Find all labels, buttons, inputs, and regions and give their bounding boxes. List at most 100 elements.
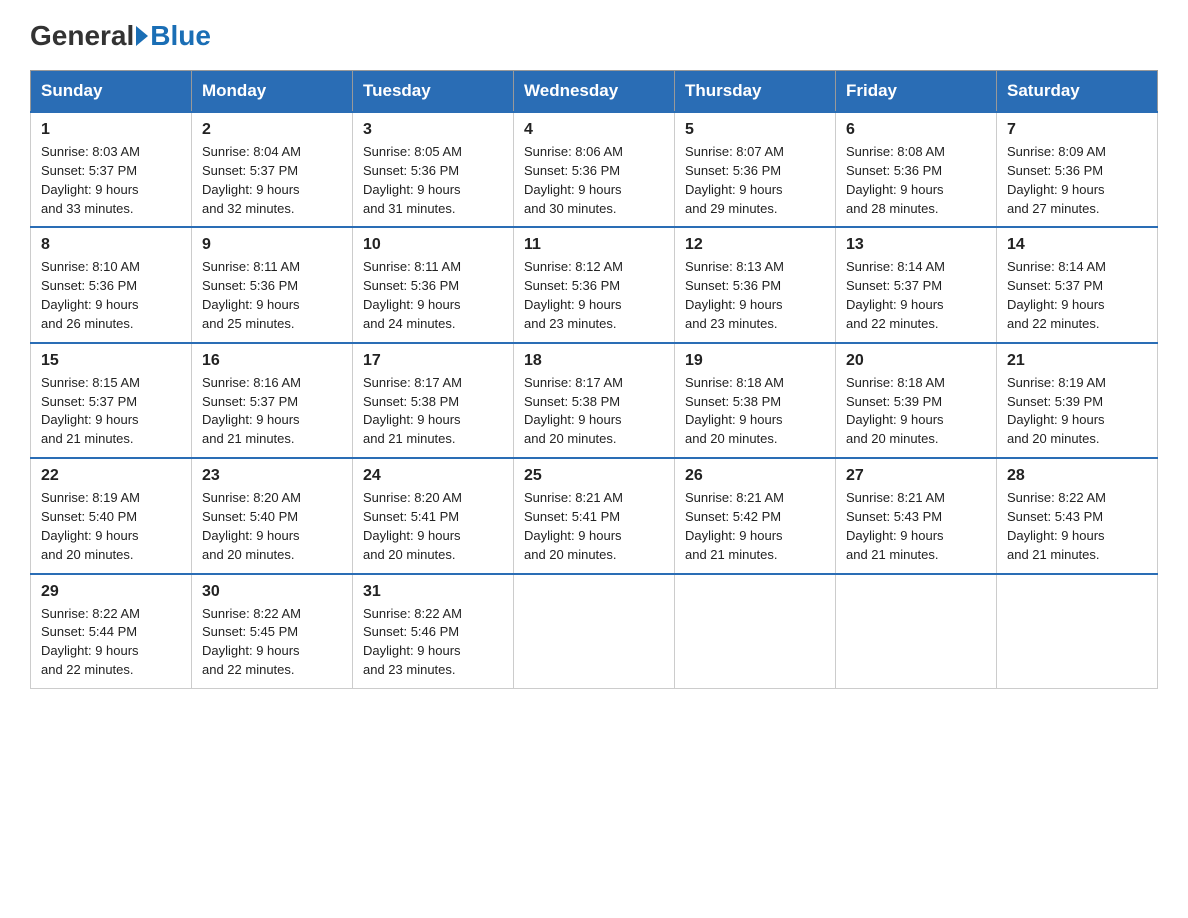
day-cell: [514, 574, 675, 689]
day-info: Sunrise: 8:22 AMSunset: 5:44 PMDaylight:…: [41, 605, 181, 680]
day-cell: 9 Sunrise: 8:11 AMSunset: 5:36 PMDayligh…: [192, 227, 353, 342]
day-number: 22: [41, 467, 181, 485]
day-info: Sunrise: 8:21 AMSunset: 5:42 PMDaylight:…: [685, 489, 825, 564]
day-cell: 23 Sunrise: 8:20 AMSunset: 5:40 PMDaylig…: [192, 458, 353, 573]
col-header-wednesday: Wednesday: [514, 71, 675, 113]
day-number: 28: [1007, 467, 1147, 485]
day-number: 30: [202, 583, 342, 601]
col-header-tuesday: Tuesday: [353, 71, 514, 113]
day-info: Sunrise: 8:09 AMSunset: 5:36 PMDaylight:…: [1007, 143, 1147, 218]
day-cell: [997, 574, 1158, 689]
col-header-friday: Friday: [836, 71, 997, 113]
day-info: Sunrise: 8:14 AMSunset: 5:37 PMDaylight:…: [1007, 258, 1147, 333]
day-cell: 3 Sunrise: 8:05 AMSunset: 5:36 PMDayligh…: [353, 112, 514, 227]
day-cell: 16 Sunrise: 8:16 AMSunset: 5:37 PMDaylig…: [192, 343, 353, 458]
calendar-table: SundayMondayTuesdayWednesdayThursdayFrid…: [30, 70, 1158, 689]
day-info: Sunrise: 8:14 AMSunset: 5:37 PMDaylight:…: [846, 258, 986, 333]
day-number: 15: [41, 352, 181, 370]
day-cell: 15 Sunrise: 8:15 AMSunset: 5:37 PMDaylig…: [31, 343, 192, 458]
day-cell: 8 Sunrise: 8:10 AMSunset: 5:36 PMDayligh…: [31, 227, 192, 342]
day-number: 26: [685, 467, 825, 485]
day-cell: 20 Sunrise: 8:18 AMSunset: 5:39 PMDaylig…: [836, 343, 997, 458]
day-number: 25: [524, 467, 664, 485]
week-row-5: 29 Sunrise: 8:22 AMSunset: 5:44 PMDaylig…: [31, 574, 1158, 689]
day-number: 20: [846, 352, 986, 370]
day-info: Sunrise: 8:08 AMSunset: 5:36 PMDaylight:…: [846, 143, 986, 218]
day-cell: 31 Sunrise: 8:22 AMSunset: 5:46 PMDaylig…: [353, 574, 514, 689]
day-number: 2: [202, 121, 342, 139]
logo-general: General: [30, 20, 134, 52]
day-number: 23: [202, 467, 342, 485]
day-cell: [836, 574, 997, 689]
day-info: Sunrise: 8:21 AMSunset: 5:43 PMDaylight:…: [846, 489, 986, 564]
day-cell: 18 Sunrise: 8:17 AMSunset: 5:38 PMDaylig…: [514, 343, 675, 458]
day-number: 17: [363, 352, 503, 370]
week-row-3: 15 Sunrise: 8:15 AMSunset: 5:37 PMDaylig…: [31, 343, 1158, 458]
day-cell: 7 Sunrise: 8:09 AMSunset: 5:36 PMDayligh…: [997, 112, 1158, 227]
day-info: Sunrise: 8:19 AMSunset: 5:40 PMDaylight:…: [41, 489, 181, 564]
week-row-2: 8 Sunrise: 8:10 AMSunset: 5:36 PMDayligh…: [31, 227, 1158, 342]
day-cell: 19 Sunrise: 8:18 AMSunset: 5:38 PMDaylig…: [675, 343, 836, 458]
day-info: Sunrise: 8:18 AMSunset: 5:38 PMDaylight:…: [685, 374, 825, 449]
day-info: Sunrise: 8:05 AMSunset: 5:36 PMDaylight:…: [363, 143, 503, 218]
col-header-saturday: Saturday: [997, 71, 1158, 113]
day-cell: 30 Sunrise: 8:22 AMSunset: 5:45 PMDaylig…: [192, 574, 353, 689]
day-cell: 2 Sunrise: 8:04 AMSunset: 5:37 PMDayligh…: [192, 112, 353, 227]
day-info: Sunrise: 8:07 AMSunset: 5:36 PMDaylight:…: [685, 143, 825, 218]
day-info: Sunrise: 8:21 AMSunset: 5:41 PMDaylight:…: [524, 489, 664, 564]
day-info: Sunrise: 8:16 AMSunset: 5:37 PMDaylight:…: [202, 374, 342, 449]
day-number: 1: [41, 121, 181, 139]
day-number: 13: [846, 236, 986, 254]
day-info: Sunrise: 8:06 AMSunset: 5:36 PMDaylight:…: [524, 143, 664, 218]
day-number: 11: [524, 236, 664, 254]
day-info: Sunrise: 8:04 AMSunset: 5:37 PMDaylight:…: [202, 143, 342, 218]
col-header-sunday: Sunday: [31, 71, 192, 113]
day-cell: 13 Sunrise: 8:14 AMSunset: 5:37 PMDaylig…: [836, 227, 997, 342]
day-number: 7: [1007, 121, 1147, 139]
day-cell: 12 Sunrise: 8:13 AMSunset: 5:36 PMDaylig…: [675, 227, 836, 342]
day-number: 29: [41, 583, 181, 601]
day-number: 14: [1007, 236, 1147, 254]
week-row-4: 22 Sunrise: 8:19 AMSunset: 5:40 PMDaylig…: [31, 458, 1158, 573]
logo-arrow-icon: [136, 26, 148, 46]
day-info: Sunrise: 8:10 AMSunset: 5:36 PMDaylight:…: [41, 258, 181, 333]
day-cell: 17 Sunrise: 8:17 AMSunset: 5:38 PMDaylig…: [353, 343, 514, 458]
day-cell: 29 Sunrise: 8:22 AMSunset: 5:44 PMDaylig…: [31, 574, 192, 689]
day-cell: 6 Sunrise: 8:08 AMSunset: 5:36 PMDayligh…: [836, 112, 997, 227]
day-number: 18: [524, 352, 664, 370]
day-cell: 28 Sunrise: 8:22 AMSunset: 5:43 PMDaylig…: [997, 458, 1158, 573]
day-number: 31: [363, 583, 503, 601]
day-cell: 4 Sunrise: 8:06 AMSunset: 5:36 PMDayligh…: [514, 112, 675, 227]
day-info: Sunrise: 8:18 AMSunset: 5:39 PMDaylight:…: [846, 374, 986, 449]
page-header: General Blue: [30, 20, 1158, 50]
day-number: 8: [41, 236, 181, 254]
col-header-monday: Monday: [192, 71, 353, 113]
day-cell: 21 Sunrise: 8:19 AMSunset: 5:39 PMDaylig…: [997, 343, 1158, 458]
day-info: Sunrise: 8:19 AMSunset: 5:39 PMDaylight:…: [1007, 374, 1147, 449]
day-cell: 14 Sunrise: 8:14 AMSunset: 5:37 PMDaylig…: [997, 227, 1158, 342]
day-cell: 27 Sunrise: 8:21 AMSunset: 5:43 PMDaylig…: [836, 458, 997, 573]
day-number: 16: [202, 352, 342, 370]
day-number: 27: [846, 467, 986, 485]
logo-blue: Blue: [150, 20, 211, 52]
day-cell: 11 Sunrise: 8:12 AMSunset: 5:36 PMDaylig…: [514, 227, 675, 342]
day-info: Sunrise: 8:22 AMSunset: 5:46 PMDaylight:…: [363, 605, 503, 680]
day-number: 4: [524, 121, 664, 139]
day-info: Sunrise: 8:17 AMSunset: 5:38 PMDaylight:…: [524, 374, 664, 449]
day-info: Sunrise: 8:20 AMSunset: 5:41 PMDaylight:…: [363, 489, 503, 564]
day-number: 19: [685, 352, 825, 370]
day-number: 6: [846, 121, 986, 139]
day-cell: 1 Sunrise: 8:03 AMSunset: 5:37 PMDayligh…: [31, 112, 192, 227]
header-row: SundayMondayTuesdayWednesdayThursdayFrid…: [31, 71, 1158, 113]
day-cell: [675, 574, 836, 689]
day-number: 12: [685, 236, 825, 254]
day-cell: 24 Sunrise: 8:20 AMSunset: 5:41 PMDaylig…: [353, 458, 514, 573]
logo: General Blue: [30, 20, 211, 50]
day-cell: 26 Sunrise: 8:21 AMSunset: 5:42 PMDaylig…: [675, 458, 836, 573]
day-info: Sunrise: 8:03 AMSunset: 5:37 PMDaylight:…: [41, 143, 181, 218]
day-info: Sunrise: 8:12 AMSunset: 5:36 PMDaylight:…: [524, 258, 664, 333]
day-number: 21: [1007, 352, 1147, 370]
day-info: Sunrise: 8:20 AMSunset: 5:40 PMDaylight:…: [202, 489, 342, 564]
day-info: Sunrise: 8:15 AMSunset: 5:37 PMDaylight:…: [41, 374, 181, 449]
day-number: 5: [685, 121, 825, 139]
